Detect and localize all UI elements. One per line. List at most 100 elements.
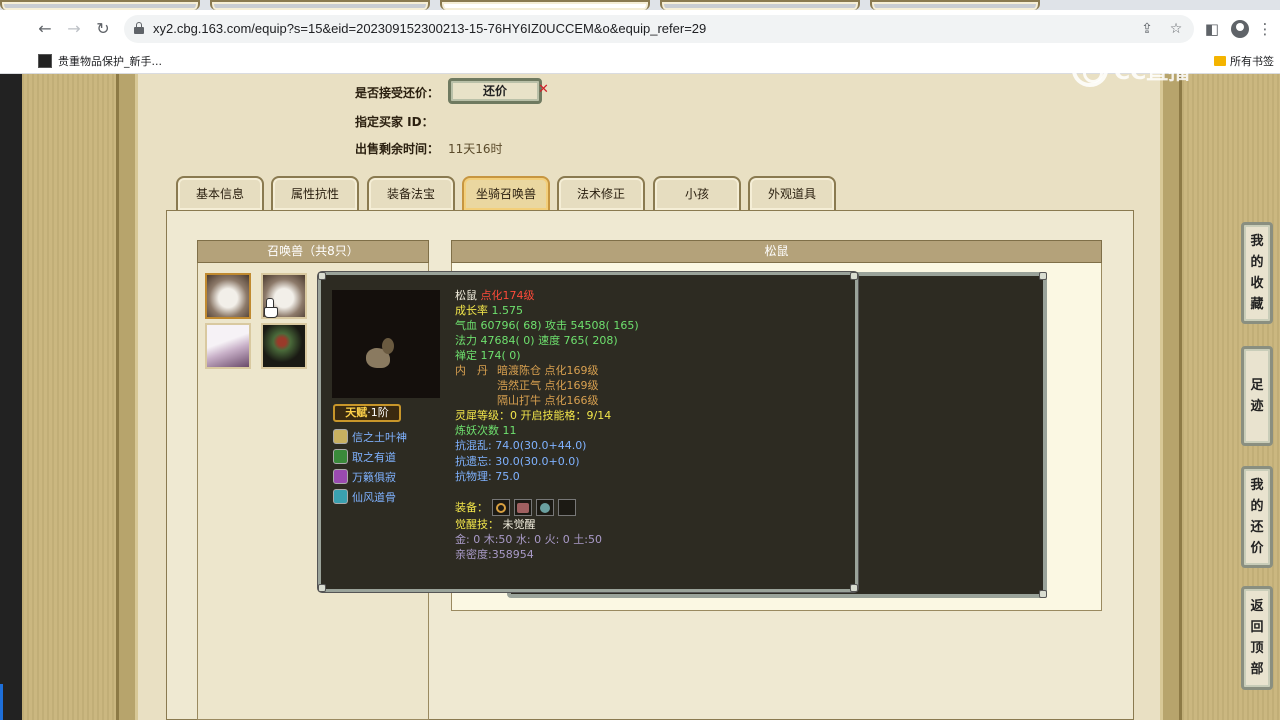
my-favorites-button[interactable]: 我 的 收 藏 [1241, 222, 1273, 324]
skill-label: 信之土叶神 [352, 430, 407, 444]
awaken-line: 觉醒技： 未觉醒 [455, 518, 536, 532]
awaken-value: 未觉醒 [502, 518, 536, 531]
watermark: CC直播 [1072, 50, 1242, 90]
pet-thumbnail[interactable] [261, 323, 307, 369]
button-char: 回 [1250, 620, 1264, 635]
tab-appearance[interactable]: 外观道具 [748, 176, 836, 210]
button-char: 我 [1250, 478, 1264, 493]
neidan-item: 隔山打牛 点化166级 [497, 394, 599, 407]
more-menu-icon[interactable]: ⋮ [1255, 19, 1275, 39]
button-char: 迹 [1250, 399, 1264, 414]
bookmark-star-icon[interactable]: ☆ [1166, 19, 1186, 39]
lock-icon[interactable] [134, 22, 144, 34]
talent-badge: 天赋·1阶 [333, 404, 401, 422]
button-char: 价 [1250, 541, 1264, 556]
bookmark-favicon-icon [38, 54, 52, 68]
equip-ring-icon[interactable] [492, 499, 510, 516]
growth-value: 1.575 [491, 304, 524, 317]
counter-offer-button[interactable]: 还价 [448, 78, 542, 104]
equip-armor-icon[interactable] [514, 499, 532, 516]
close-icon[interactable]: ✕ [538, 82, 549, 97]
tab-attributes[interactable]: 属性抗性 [271, 176, 359, 210]
skill-label: 仙风道骨 [352, 490, 396, 504]
pet-title: 松鼠 点化174级 [455, 289, 535, 303]
browser-tab[interactable] [870, 0, 1040, 10]
growth-label: 成长率 [455, 304, 488, 317]
remaining-time-value: 11天16时 [448, 142, 503, 156]
equip-charm-icon[interactable] [536, 499, 554, 516]
button-char: 部 [1250, 662, 1264, 677]
corner-ornament [1039, 590, 1047, 598]
growth-line: 成长率 1.575 [455, 304, 523, 318]
remaining-time-label: 出售剩余时间： [355, 142, 440, 156]
back-to-top-button[interactable]: 返 回 顶 部 [1241, 586, 1273, 690]
footprints-button[interactable]: 足 迹 [1241, 346, 1273, 446]
browser-tab-active[interactable] [440, 0, 650, 10]
mp-speed-line: 法力 47684( 0) 速度 765( 208) [455, 334, 618, 347]
my-counter-offers-button[interactable]: 我 的 还 价 [1241, 466, 1273, 568]
side-panel-icon[interactable]: ◧ [1202, 19, 1222, 39]
bookmark-item[interactable]: 贵重物品保护_新手... [38, 53, 162, 69]
tab-basic-info[interactable]: 基本信息 [176, 176, 264, 210]
lianyao-line: 炼妖次数 11 [455, 424, 517, 437]
earth-skill-icon [333, 429, 348, 444]
intimacy-line: 亲密度:358954 [455, 548, 534, 561]
reload-icon[interactable]: ↻ [93, 19, 113, 39]
profile-avatar-icon[interactable] [1231, 20, 1249, 38]
elements-line: 金: 0 木:50 水: 0 火: 0 土:50 [455, 533, 602, 546]
resist-forget-line: 抗遗忘: 30.0(30.0+0.0) [455, 455, 580, 468]
skill-item[interactable]: 仙风道骨 [333, 488, 396, 505]
tab-equipment[interactable]: 装备法宝 [367, 176, 455, 210]
pet-name: 松鼠 [455, 289, 477, 302]
button-char: 足 [1250, 378, 1264, 393]
corner-ornament [318, 584, 326, 592]
forward-arrow-icon[interactable]: → [64, 19, 84, 39]
resist-physical-line: 抗物理: 75.0 [455, 470, 520, 483]
corner-ornament [318, 272, 326, 280]
pet-list-header: 召唤兽（共8只） [197, 240, 429, 263]
spirit-skill-icon [333, 489, 348, 504]
skill-item[interactable]: 信之土叶神 [333, 428, 407, 445]
tab-children[interactable]: 小孩 [653, 176, 741, 210]
accept-counter-label: 是否接受还价： [355, 86, 440, 100]
buyer-id-label: 指定买家 ID： [355, 115, 434, 129]
pet-thumbnail[interactable] [205, 273, 251, 319]
hp-attack-line: 气血 60796( 68) 攻击 54508( 165) [455, 319, 639, 332]
pet-thumbnail[interactable] [205, 323, 251, 369]
cc-logo-icon [1072, 53, 1108, 87]
bookmark-label: 贵重物品保护_新手... [58, 55, 162, 68]
right-frame-border [1160, 74, 1182, 720]
skill-item[interactable]: 取之有道 [333, 448, 396, 465]
button-char: 的 [1250, 255, 1264, 270]
tab-spell-correction[interactable]: 法术修正 [557, 176, 645, 210]
browser-tab[interactable] [0, 0, 200, 10]
squirrel-icon [366, 338, 394, 368]
equip-empty-slot-icon[interactable] [558, 499, 576, 516]
skill-item[interactable]: 万籁俱寂 [333, 468, 396, 485]
browser-tab[interactable] [210, 0, 430, 10]
neidan-label: 内 丹 [455, 364, 488, 377]
back-arrow-icon[interactable]: ← [35, 19, 55, 39]
talent-tier: ·1阶 [367, 406, 389, 419]
button-char: 顶 [1250, 641, 1264, 656]
corner-ornament [1039, 272, 1047, 280]
button-char: 我 [1250, 234, 1264, 249]
share-icon[interactable]: ⇪ [1137, 19, 1157, 39]
lingxi-line: 灵犀等级：0 开启技能格：9/14 [455, 409, 612, 422]
resist-confusion-line: 抗混乱: 74.0(30.0+44.0) [455, 439, 587, 452]
browser-tab[interactable] [660, 0, 860, 10]
skill-label: 取之有道 [352, 450, 396, 464]
left-edge [0, 74, 22, 720]
button-char: 的 [1250, 499, 1264, 514]
potion-skill-icon [333, 469, 348, 484]
neidan-item: 浩然正气 点化169级 [497, 379, 599, 392]
url-text[interactable]: xy2.cbg.163.com/equip?s=15&eid=202309152… [153, 21, 706, 36]
equip-label: 装备： [455, 501, 488, 514]
pet-portrait [332, 290, 440, 398]
awaken-label: 觉醒技： [455, 518, 499, 531]
tab-mounts-pets[interactable]: 坐骑召唤兽 [462, 176, 550, 210]
chanding-line: 禅定 174( 0) [455, 349, 521, 362]
neidan-item: 暗渡陈仓 点化169级 [497, 364, 599, 377]
corner-ornament [850, 584, 858, 592]
address-bar[interactable]: xy2.cbg.163.com/equip?s=15&eid=202309152… [124, 15, 1194, 43]
